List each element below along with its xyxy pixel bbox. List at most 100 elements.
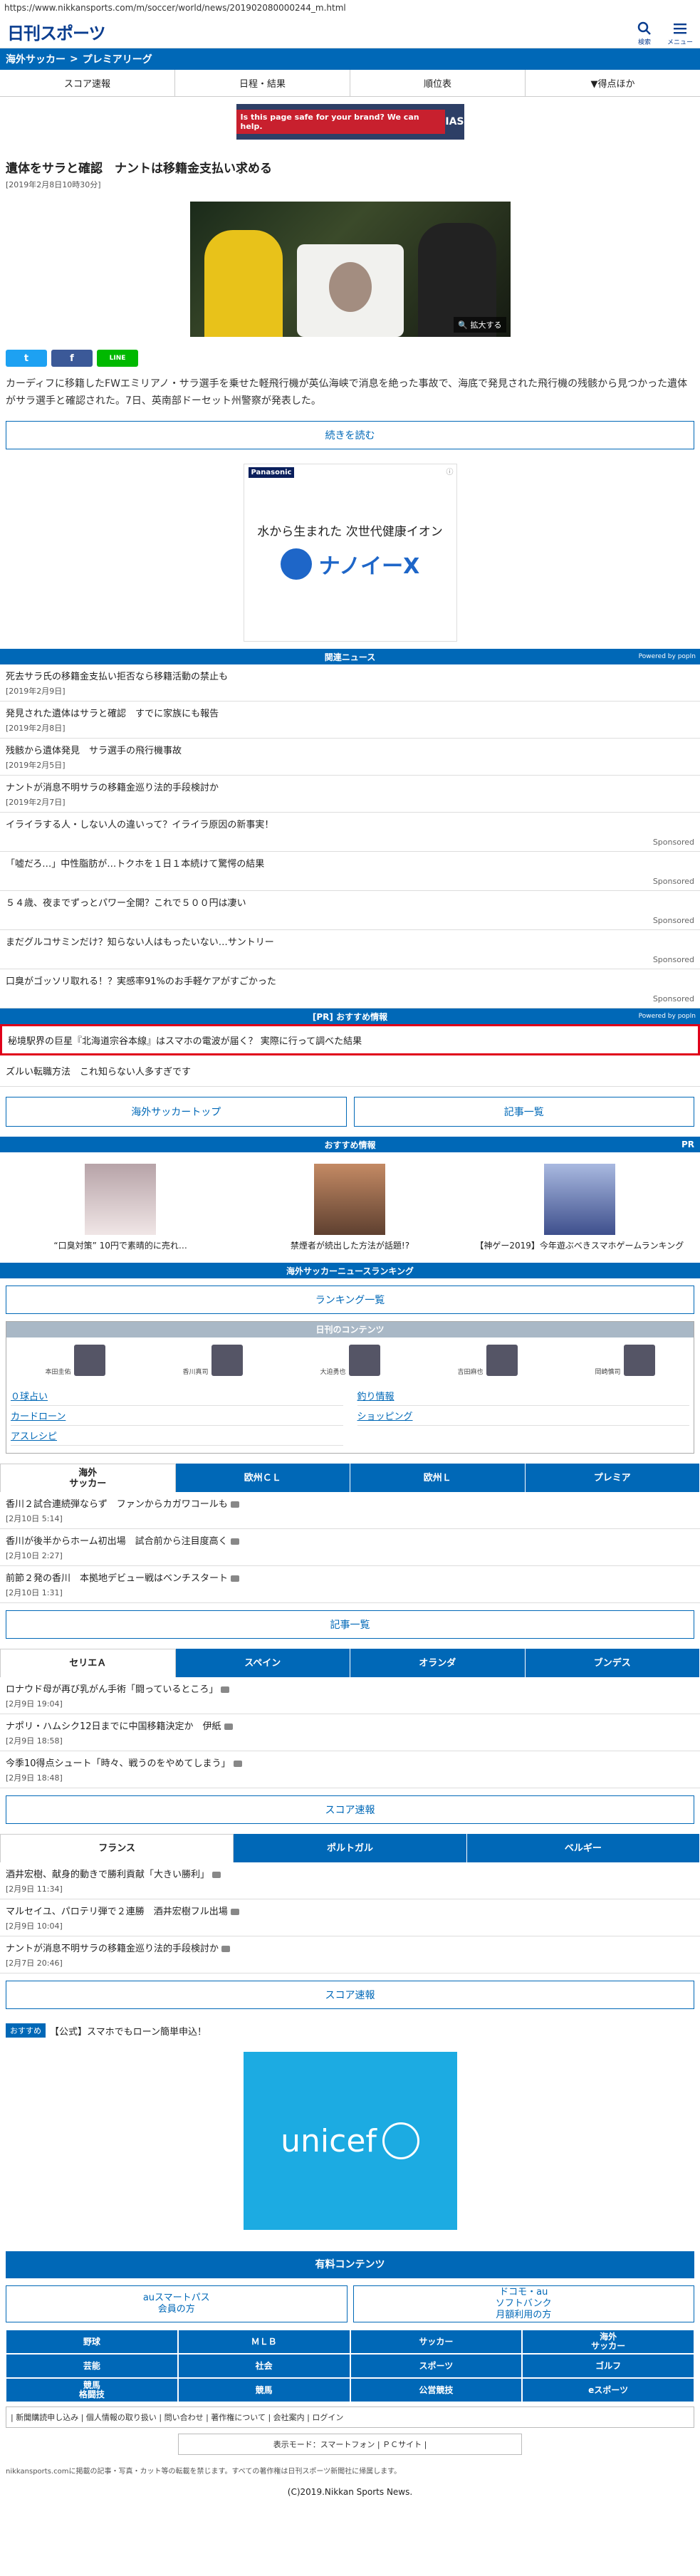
category-link[interactable]: サッカー bbox=[350, 2330, 523, 2354]
card-image bbox=[314, 1164, 386, 1235]
site-logo[interactable]: 日刊スポーツ bbox=[7, 19, 106, 44]
player-link[interactable]: 香川真司 bbox=[182, 1345, 243, 1376]
list-item[interactable]: 発見された遺体はサラと確認 すでに家族にも報告 [2019年2月8日] bbox=[0, 702, 700, 739]
tab-world-soccer[interactable]: 海外 サッカー bbox=[0, 1464, 176, 1492]
search-button[interactable]: 検索 bbox=[636, 20, 653, 46]
world-soccer-top-button[interactable]: 海外サッカートップ bbox=[6, 1097, 347, 1127]
recommend-line[interactable]: おすすめ 【公式】スマホでもローン簡単申込！ bbox=[0, 2016, 700, 2045]
list-item[interactable]: 酒井宏樹、献身的動きで勝利貢献「大きい勝利」 [2月9日 11:34] bbox=[0, 1862, 700, 1899]
recommend-card[interactable]: “口臭対策” 10円で素晴的に売れ… bbox=[6, 1164, 235, 1251]
tab-netherlands[interactable]: オランダ bbox=[350, 1649, 526, 1677]
zoom-button[interactable]: 🔍 拡大する bbox=[454, 317, 506, 333]
pr-item[interactable]: 秘境駅界の巨星『北海道宗谷本線』はスマホの電波が届く？ 実際に行って調べた結果 bbox=[0, 1024, 700, 1055]
tab-spain[interactable]: スペイン bbox=[175, 1649, 350, 1677]
top-banner-ad[interactable]: Is this page safe for your brand? We can… bbox=[236, 104, 464, 140]
category-link[interactable]: 芸能 bbox=[6, 2354, 178, 2378]
article-photo[interactable]: 🔍 拡大する bbox=[189, 202, 511, 337]
camera-icon bbox=[230, 1501, 239, 1508]
sponsored-item[interactable]: ５４歳、夜までずっとパワー全開？これで５００円は凄い Sponsored bbox=[0, 891, 700, 930]
list-item[interactable]: 死去サラ氏の移籍金支払い拒否なら移籍活動の禁止も [2019年2月9日] bbox=[0, 664, 700, 702]
list-item[interactable]: 残骸から遺体発見 サラ選手の飛行機事故 [2019年2月5日] bbox=[0, 739, 700, 776]
tab-belgium[interactable]: ベルギー bbox=[466, 1834, 700, 1862]
category-link[interactable]: ＭＬＢ bbox=[177, 2330, 350, 2354]
sponsored-item[interactable]: イライラする人・しない人の違いって？イライラ原因の新事実！ Sponsored bbox=[0, 813, 700, 852]
recommend-card[interactable]: 禁煙者が続出した方法が話題!? bbox=[235, 1164, 464, 1251]
footer-links[interactable]: | 新聞購読申し込み | 個人情報の取り扱い | 問い合わせ | 著作権について… bbox=[6, 2406, 694, 2428]
url-bar[interactable]: https://www.nikkansports.com/m/soccer/wo… bbox=[0, 0, 700, 16]
player-link[interactable]: 吉田麻也 bbox=[457, 1345, 518, 1376]
list-item[interactable]: ロナウド母が再び乳がん手術「闘っているところ」 [2月9日 19:04] bbox=[0, 1677, 700, 1714]
read-more-button[interactable]: 続きを読む bbox=[6, 421, 694, 449]
tab-ucl[interactable]: 欧州ＣＬ bbox=[175, 1464, 350, 1492]
item-date: [2月10日 1:31] bbox=[6, 1588, 63, 1597]
item-date: [2月7日 20:46] bbox=[6, 1959, 63, 1968]
recommend-card[interactable]: 【神ゲー2019】今年遊ぶべきスマホゲームランキング bbox=[465, 1164, 694, 1251]
player-name: 香川真司 bbox=[182, 1369, 209, 1376]
daily-link[interactable]: カードローン bbox=[11, 1406, 343, 1426]
line-share-button[interactable]: LINE bbox=[97, 350, 138, 367]
player-link[interactable]: 岡崎慎司 bbox=[595, 1345, 655, 1376]
list-item[interactable]: ナポリ・ハムシク12日までに中国移籍決定か 伊紙 [2月9日 18:58] bbox=[0, 1714, 700, 1751]
category-link[interactable]: 公営競技 bbox=[350, 2378, 523, 2402]
sponsored-item[interactable]: 「嘘だろ…」中性脂肪が…トクホを１日１本続けて驚愕の結果 Sponsored bbox=[0, 852, 700, 891]
display-mode[interactable]: 表示モード：スマートフォン | ＰＣサイト | bbox=[178, 2434, 522, 2455]
tab-france[interactable]: フランス bbox=[0, 1834, 234, 1862]
daily-link[interactable]: ０球占い bbox=[11, 1386, 343, 1406]
category-link[interactable]: スポーツ bbox=[350, 2354, 523, 2378]
breadcrumb-sub[interactable]: プレミアリーグ bbox=[83, 52, 152, 66]
ad-brand: IAS bbox=[445, 116, 464, 127]
category-link[interactable]: 競馬 bbox=[177, 2378, 350, 2402]
tab-uel[interactable]: 欧州Ｌ bbox=[350, 1464, 526, 1492]
list-item[interactable]: ナントが消息不明サラの移籍金巡り法的手段検討か [2019年2月7日] bbox=[0, 776, 700, 813]
card-caption: 禁煙者が続出した方法が話題!? bbox=[290, 1241, 410, 1251]
article-list-button[interactable]: 記事一覧 bbox=[353, 1097, 694, 1127]
recommend-cards: “口臭対策” 10円で素晴的に売れ… 禁煙者が続出した方法が話題!? 【神ゲー2… bbox=[0, 1152, 700, 1263]
daily-contents-title: 日刊のコンテンツ bbox=[6, 1322, 694, 1337]
list-item[interactable]: 前節２発の香川 本拠地デビュー戦はベンチスタート [2月10日 1:31] bbox=[0, 1566, 700, 1603]
breadcrumb-section[interactable]: 海外サッカー bbox=[6, 52, 66, 66]
item-date: [2月9日 18:48] bbox=[6, 1773, 63, 1783]
list-item[interactable]: 香川２試合連続弾ならず ファンからカガワコールも [2月10日 5:14] bbox=[0, 1492, 700, 1529]
category-link[interactable]: 野球 bbox=[6, 2330, 178, 2354]
nav-more[interactable]: ▼得点ほか bbox=[526, 70, 700, 96]
unicef-ad[interactable]: unicef bbox=[243, 2052, 457, 2230]
list-item[interactable]: 今季10得点シュート「時々、戦うのをやめてしまう」 [2月9日 18:48] bbox=[0, 1751, 700, 1788]
tab-portugal[interactable]: ポルトガル bbox=[234, 1834, 467, 1862]
league2-score-button[interactable]: スコア速報 bbox=[6, 1795, 694, 1824]
tab-premier[interactable]: プレミア bbox=[525, 1464, 700, 1492]
camera-icon bbox=[230, 1538, 239, 1545]
nav-schedule[interactable]: 日程・結果 bbox=[175, 70, 350, 96]
category-link[interactable]: 競馬 格闘技 bbox=[6, 2378, 178, 2402]
nav-score[interactable]: スコア速報 bbox=[0, 70, 175, 96]
twitter-share-button[interactable]: t bbox=[6, 350, 47, 367]
daily-link[interactable]: アスレシピ bbox=[11, 1426, 343, 1446]
carrier-button[interactable]: ドコモ・au ソフトバンク 月額利用の方 bbox=[352, 2285, 694, 2322]
player-link[interactable]: 大迫勇也 bbox=[320, 1345, 380, 1376]
sponsored-item[interactable]: まだグルコサミンだけ？知らない人はもったいない…サントリー Sponsored bbox=[0, 930, 700, 969]
list-item[interactable]: マルセイユ、パロテリ弾で２連勝 酒井宏樹フル出場 [2月9日 10:04] bbox=[0, 1899, 700, 1936]
ad-info-icon[interactable]: ⓘ bbox=[446, 466, 454, 476]
list-item[interactable]: ナントが消息不明サラの移籍金巡り法的手段検討か [2月7日 20:46] bbox=[0, 1936, 700, 1973]
tab-bundesliga[interactable]: ブンデス bbox=[525, 1649, 700, 1677]
nav-standings[interactable]: 順位表 bbox=[350, 70, 526, 96]
league1-more-button[interactable]: 記事一覧 bbox=[6, 1610, 694, 1639]
pr-item[interactable]: ズルい転職方法 これ知らない人多すぎです bbox=[0, 1055, 700, 1087]
au-smartpass-button[interactable]: auスマートパス 会員の方 bbox=[6, 2285, 348, 2322]
player-link[interactable]: 本田圭佑 bbox=[45, 1345, 105, 1376]
tab-serie-a[interactable]: セリエＡ bbox=[0, 1649, 176, 1677]
sponsored-item[interactable]: 口臭がゴッソリ取れる！？実感率91%のお手軽ケアがすごかった Sponsored bbox=[0, 969, 700, 1008]
category-grid: 野球 ＭＬＢ サッカー 海外 サッカー 芸能 社会 スポーツ ゴルフ 競馬 格闘… bbox=[6, 2330, 694, 2402]
league3-score-button[interactable]: スコア速報 bbox=[6, 1981, 694, 2009]
category-link[interactable]: ゴルフ bbox=[522, 2354, 694, 2378]
daily-link[interactable]: ショッピング bbox=[357, 1406, 689, 1426]
menu-button[interactable]: メニュー bbox=[667, 20, 693, 46]
daily-link[interactable]: 釣り情報 bbox=[357, 1386, 689, 1406]
category-link[interactable]: 海外 サッカー bbox=[522, 2330, 694, 2354]
paid-contents-title: 有料コンテンツ bbox=[6, 2251, 694, 2278]
category-link[interactable]: 社会 bbox=[177, 2354, 350, 2378]
list-item[interactable]: 香川が後半からホーム初出場 試合前から注目度高く [2月10日 2:27] bbox=[0, 1529, 700, 1566]
rect-ad[interactable]: Panasonic ⓘ 水から生まれた 次世代健康イオン ナノイーX bbox=[243, 464, 457, 642]
category-link[interactable]: eスポーツ bbox=[522, 2378, 694, 2402]
facebook-share-button[interactable]: f bbox=[51, 350, 93, 367]
ranking-list-button[interactable]: ランキング一覧 bbox=[6, 1286, 694, 1314]
